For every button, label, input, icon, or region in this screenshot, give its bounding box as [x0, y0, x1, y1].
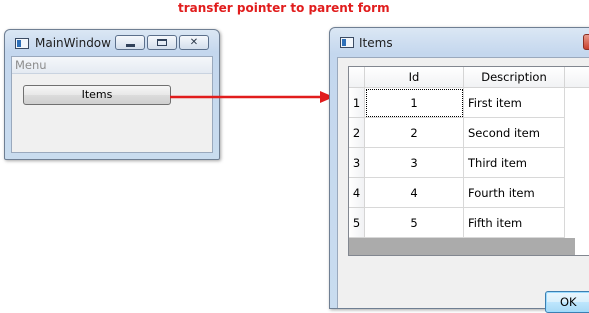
minimize-button[interactable] [115, 35, 145, 50]
table-corner-header[interactable] [349, 67, 365, 88]
minimize-icon [126, 44, 135, 47]
table-cell-id[interactable]: 3 [365, 148, 464, 178]
items-button[interactable]: Items [23, 85, 171, 105]
main-window-title: MainWindow [35, 36, 111, 50]
row-header[interactable]: 1 [349, 88, 365, 118]
ok-button[interactable]: OK [545, 291, 589, 313]
table-cell-description[interactable]: Second item [464, 118, 565, 148]
transfer-arrow [170, 91, 334, 103]
main-window-titlebar[interactable]: MainWindow ✕ [5, 30, 219, 56]
items-dialog-title: Items [359, 36, 393, 50]
table-cell-description[interactable]: Fourth item [464, 178, 565, 208]
table-cell-description[interactable]: Third item [464, 148, 565, 178]
table-cell-id[interactable]: 5 [365, 208, 464, 238]
row-header[interactable]: 2 [349, 118, 365, 148]
app-window-icon [15, 38, 29, 49]
close-button[interactable]: ✕ [179, 35, 209, 50]
row-header[interactable]: 5 [349, 208, 365, 238]
table-cell-description[interactable]: First item [464, 88, 565, 118]
caption-buttons: ✕ [115, 35, 211, 50]
table-cell-id[interactable]: 1 [365, 88, 464, 118]
table-cell-id[interactable]: 4 [365, 178, 464, 208]
table-cell-id[interactable]: 2 [365, 118, 464, 148]
close-icon: ✕ [189, 37, 199, 48]
table-cell-description[interactable]: Fifth item [464, 208, 565, 238]
maximize-button[interactable] [147, 35, 177, 50]
menu-bar-item[interactable]: Menu [12, 57, 212, 74]
items-dialog-client: Id Description 1 1 First item 2 2 Second… [337, 57, 589, 313]
column-header-id[interactable]: Id [365, 67, 464, 88]
table-empty-area [349, 238, 575, 255]
column-header-filler [565, 67, 589, 88]
main-window-client: Menu Items [11, 56, 213, 153]
annotation-caption: transfer pointer to parent form [178, 1, 390, 15]
row-header[interactable]: 3 [349, 148, 365, 178]
row-header[interactable]: 4 [349, 178, 365, 208]
dialog-window-icon [340, 37, 354, 48]
items-dialog: Items Id Description 1 1 First item 2 2 … [329, 27, 589, 313]
dialog-close-button[interactable] [583, 34, 589, 50]
items-table[interactable]: Id Description 1 1 First item 2 2 Second… [348, 66, 589, 256]
column-header-description[interactable]: Description [464, 67, 565, 88]
maximize-icon [157, 39, 167, 46]
